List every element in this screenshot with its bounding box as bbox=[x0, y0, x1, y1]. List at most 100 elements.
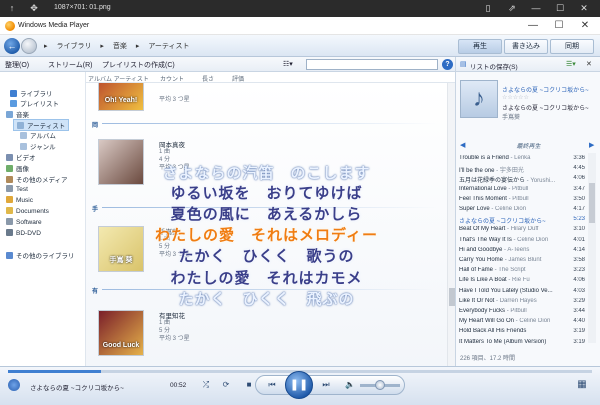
playlist-row[interactable]: Super Love - Celine Dion 4:17 bbox=[459, 206, 585, 215]
sidebar-item[interactable]: アルバム bbox=[20, 130, 56, 140]
forward-button[interactable] bbox=[21, 38, 37, 54]
minimize-icon[interactable]: — bbox=[530, 2, 542, 14]
sidebar-icon bbox=[6, 229, 13, 236]
sidebar-item[interactable]: Software bbox=[6, 218, 42, 226]
col-length[interactable]: 長さ bbox=[202, 74, 214, 83]
scrollbar-thumb[interactable] bbox=[589, 183, 595, 223]
close-icon[interactable]: ✕ bbox=[578, 2, 590, 14]
col-rating[interactable]: 評価 bbox=[232, 74, 244, 83]
shuffle-icon[interactable]: ⤮ bbox=[198, 377, 214, 393]
mute-icon[interactable]: 🔈 bbox=[342, 377, 358, 393]
close-list-icon[interactable]: ✕ bbox=[586, 60, 592, 68]
sidebar-item[interactable]: BD-DVD bbox=[6, 229, 41, 237]
tab-burn[interactable]: 書き込み bbox=[504, 39, 548, 54]
next-list-icon[interactable]: ▶ bbox=[589, 141, 594, 149]
album-thumbnail[interactable]: Oh! Yeah! bbox=[98, 83, 144, 111]
rating-stars[interactable]: ☆☆☆☆☆ bbox=[502, 94, 529, 101]
playlist-row[interactable]: Beat Of My Heart - Hilary Duff 3:10 bbox=[459, 226, 585, 235]
maximize-icon[interactable]: ☐ bbox=[554, 2, 566, 14]
breadcrumb-music[interactable]: 音楽 bbox=[113, 43, 127, 50]
playlist-row[interactable]: It Matters To Me (Album Version) 3:19 bbox=[459, 338, 585, 348]
stop-button[interactable]: ■ bbox=[241, 377, 257, 393]
playlist-row[interactable]: I'll be the one - 宇多田光 4:45 bbox=[459, 165, 585, 174]
playlist-summary: 226 項目、17.2 時間 bbox=[460, 356, 516, 362]
sidebar-item[interactable]: その他のメディア bbox=[6, 174, 68, 184]
playlist-row[interactable]: Life Is Like A Boat - Rie Fu 4:06 bbox=[459, 277, 585, 286]
album-cover-text: Good Luck bbox=[102, 342, 140, 349]
sidebar-icon bbox=[6, 252, 13, 259]
tab-play[interactable]: 再生 bbox=[458, 39, 502, 54]
pause-button[interactable]: ❚❚ bbox=[285, 371, 313, 399]
playlist-row[interactable]: 五月は花緑季の宴伝から - Yorushi... 4:06 bbox=[459, 175, 585, 184]
back-button[interactable]: ← bbox=[4, 38, 20, 54]
track-title: My Heart Will Go On bbox=[459, 318, 515, 325]
close-button[interactable]: ✕ bbox=[572, 17, 598, 35]
elapsed-time: 00:52 bbox=[170, 382, 187, 389]
volume-knob[interactable] bbox=[375, 380, 385, 390]
sidebar-item[interactable]: ビデオ bbox=[6, 152, 36, 162]
list-options-icon[interactable]: ☰▾ bbox=[566, 60, 576, 68]
stream-menu[interactable]: ストリーム(R) bbox=[48, 60, 93, 70]
sidebar-item[interactable]: Music bbox=[6, 196, 33, 204]
help-button[interactable]: ? bbox=[442, 59, 453, 70]
playlist-row[interactable]: That's The Way It Is - Celine Dion 4:01 bbox=[459, 236, 585, 246]
organize-menu[interactable]: 整理(O) bbox=[5, 60, 29, 70]
playlist-row[interactable]: Feel This Moment - Pitbull 3:50 bbox=[459, 195, 585, 205]
artist-meta: 平均 3 つ星 bbox=[159, 97, 190, 103]
playlist-row[interactable]: Everybody Fucks - Pitbull 3:44 bbox=[459, 308, 585, 317]
playlist-row[interactable]: Carry You Home - James Blunt 3:58 bbox=[459, 257, 585, 266]
breadcrumb-artist[interactable]: アーティスト bbox=[148, 43, 189, 50]
playlist-row[interactable]: My Heart Will Go On - Celine Dion 4:40 bbox=[459, 318, 585, 327]
track-artist: Darren Hayes bbox=[499, 297, 537, 304]
playlist-row[interactable]: Like It Or Not - Darren Hayes 3:29 bbox=[459, 297, 585, 307]
content-scrollbar[interactable] bbox=[447, 83, 455, 366]
artist-meta: 平均 3 つ星 bbox=[159, 336, 190, 342]
sidebar-item-label: BD-DVD bbox=[16, 230, 41, 237]
file-icon[interactable]: ▯ bbox=[482, 2, 494, 14]
playlist-scrollbar[interactable] bbox=[588, 153, 596, 343]
track-title: Like It Or Not bbox=[459, 297, 495, 304]
playlist-row[interactable]: Have I Told You Lately (Studio Ve... 4:03 bbox=[459, 287, 585, 297]
artist-meta: 1 曲 bbox=[159, 320, 171, 326]
col-count[interactable]: カウント bbox=[160, 74, 184, 83]
track-duration: 4:14 bbox=[571, 246, 585, 253]
sidebar-item[interactable]: Documents bbox=[6, 207, 49, 215]
sidebar-item[interactable]: ライブラリ bbox=[10, 88, 53, 98]
repeat-icon[interactable]: ⟳ bbox=[218, 377, 234, 393]
sidebar-icon bbox=[20, 143, 27, 150]
pin-icon[interactable]: ✥ bbox=[28, 2, 40, 14]
album-thumbnail[interactable]: Good Luck bbox=[98, 310, 144, 356]
track-title: Hall of Fame bbox=[459, 267, 494, 274]
tab-sync[interactable]: 同期 bbox=[550, 39, 594, 54]
playlist-row[interactable]: Hold Back All His Friends 3:19 bbox=[459, 328, 585, 337]
sidebar-item[interactable]: 画像 bbox=[6, 163, 29, 173]
view-options-icon[interactable]: ☷▾ bbox=[283, 60, 293, 68]
col-album-artist[interactable]: アルバム アーティスト bbox=[88, 74, 149, 83]
playlist-row[interactable]: Hi and Goodbye - A-Teens 4:14 bbox=[459, 246, 585, 256]
search-input[interactable] bbox=[306, 59, 438, 70]
maximize-button[interactable]: ☐ bbox=[546, 17, 572, 35]
next-button[interactable]: ⏭ bbox=[318, 377, 334, 393]
sidebar-item[interactable]: その他のライブラリ bbox=[6, 250, 75, 260]
switch-to-now-playing-icon[interactable]: ▦ bbox=[574, 377, 590, 393]
playlist-row[interactable]: Hall of Fame - The Script 3:23 bbox=[459, 267, 585, 276]
breadcrumb-library[interactable]: ライブラリ bbox=[56, 43, 91, 50]
previous-button[interactable]: ⏮ bbox=[264, 377, 280, 393]
playlist-row[interactable]: International Love - Pitbull 3:47 bbox=[459, 185, 585, 195]
sidebar-item[interactable]: Test bbox=[6, 185, 28, 193]
create-playlist-menu[interactable]: プレイリストの作成(C) bbox=[102, 60, 175, 70]
playlist-row[interactable]: さよならの夏 ~コクリコ坂から~ 5:23 bbox=[459, 216, 585, 225]
playlist-row[interactable]: Trouble is a Friend - Lenka 3:36 bbox=[459, 155, 585, 164]
save-list-button[interactable]: リストの保存(S) bbox=[470, 61, 518, 71]
sidebar-item[interactable]: ジャンル bbox=[20, 141, 56, 151]
sidebar-item[interactable]: 音楽 bbox=[6, 109, 29, 119]
sidebar-item-label: ジャンル bbox=[30, 144, 56, 151]
share-icon[interactable]: ⇗ bbox=[506, 2, 518, 14]
lyric-line: わたしの愛 それはメロディー bbox=[155, 226, 378, 244]
minimize-button[interactable]: — bbox=[520, 17, 546, 35]
back-arrow-icon[interactable]: ↑ bbox=[6, 2, 18, 14]
group-header: 岡 bbox=[92, 123, 99, 129]
sidebar-item[interactable]: プレイリスト bbox=[10, 98, 59, 108]
group-divider bbox=[102, 123, 437, 124]
sidebar-icon bbox=[6, 111, 13, 118]
